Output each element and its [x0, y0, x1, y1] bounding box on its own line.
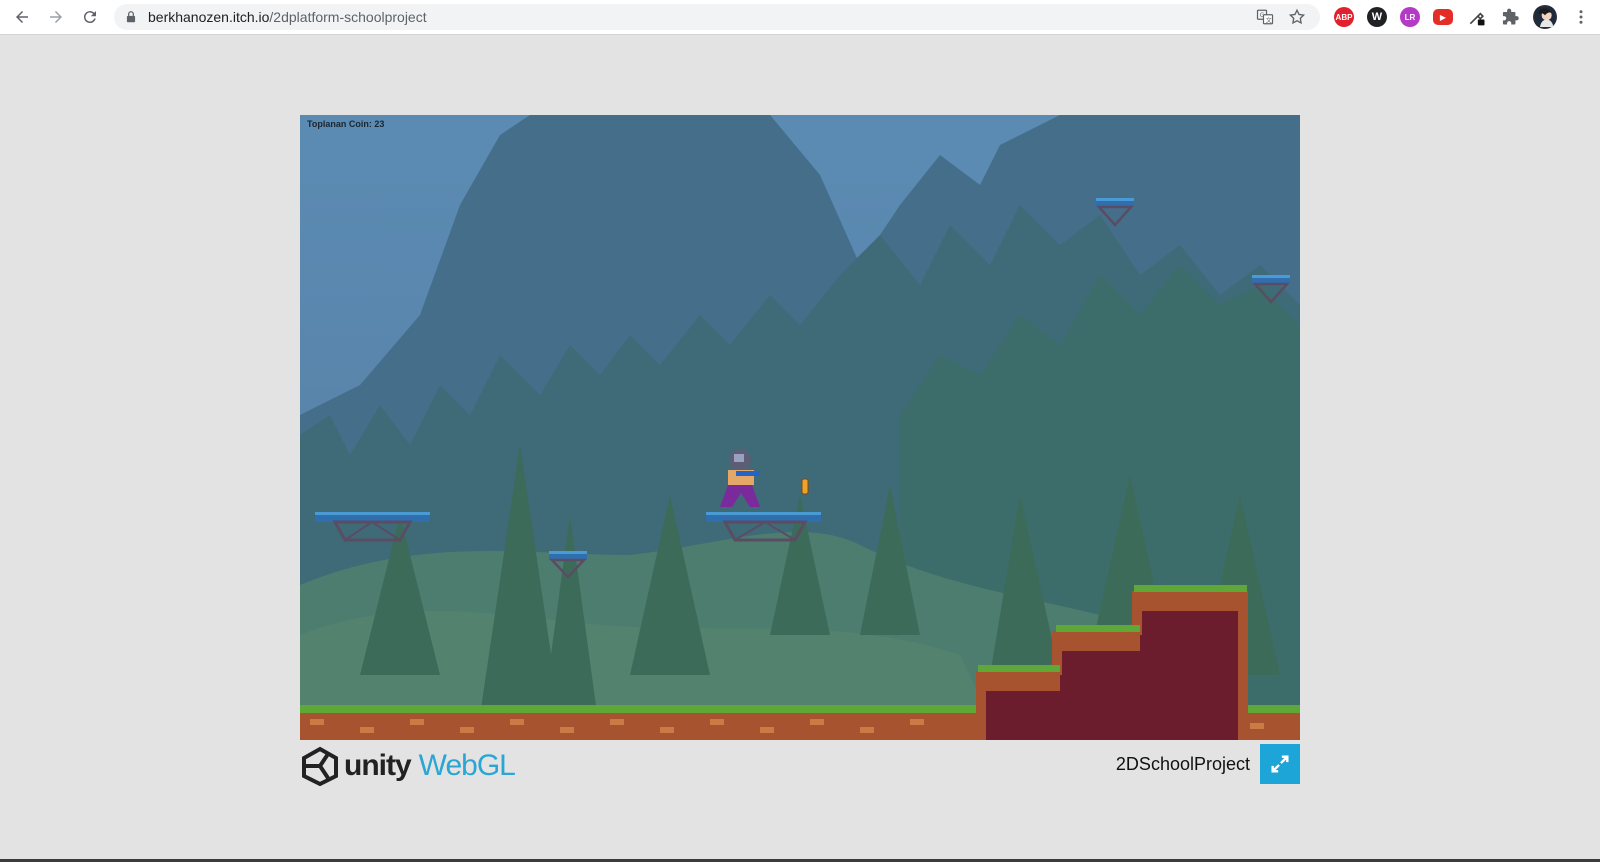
url-text[interactable]: berkhanozen.itch.io/2dplatform-schoolpro… — [148, 9, 427, 25]
url-path: /2dplatform-schoolproject — [269, 9, 427, 25]
browser-toolbar: berkhanozen.itch.io/2dplatform-schoolpro… — [0, 0, 1600, 35]
coin-counter: Toplanan Coin: 23 — [307, 119, 385, 129]
svg-text:G: G — [1260, 12, 1265, 19]
extensions-puzzle-icon[interactable] — [1500, 7, 1520, 27]
url-domain: berkhanozen.itch.io — [148, 9, 270, 25]
back-arrow-icon[interactable] — [9, 4, 35, 30]
project-title: 2DSchoolProject — [1115, 754, 1250, 774]
address-bar[interactable]: berkhanozen.itch.io/2dplatform-schoolpro… — [114, 4, 1320, 30]
extension-youtube[interactable]: ▶ — [1433, 9, 1453, 25]
webgl-wordmark: WebGL — [418, 749, 516, 782]
extension-w-label: W — [1371, 11, 1383, 23]
game-scene — [300, 115, 1300, 740]
profile-avatar[interactable] — [1533, 5, 1557, 29]
coin — [801, 478, 809, 495]
youtube-play-glyph: ▶ — [1439, 12, 1447, 22]
adblock-label: ABP — [1335, 12, 1353, 22]
extension-lr-label: LR — [1404, 12, 1416, 22]
fullscreen-button[interactable] — [1260, 744, 1300, 784]
eyedropper-icon — [1469, 12, 1485, 26]
game-canvas[interactable]: Toplanan Coin: 23 — [300, 115, 1300, 740]
unity-wordmark: unity — [344, 749, 412, 782]
reload-icon[interactable] — [77, 4, 103, 30]
unity-webgl-logo: unity WebGL — [300, 746, 516, 786]
extension-lr[interactable]: LR — [1400, 7, 1420, 27]
adblock-plus-extension[interactable]: ABP — [1334, 7, 1354, 27]
unity-cube-icon — [302, 746, 338, 786]
avatar-image — [1535, 7, 1555, 27]
extension-eyedropper[interactable] — [1467, 7, 1487, 27]
forward-arrow-icon[interactable] — [43, 4, 69, 30]
star-icon[interactable] — [1288, 8, 1306, 26]
translate-icon[interactable]: G 文 — [1256, 8, 1274, 26]
lock-icon[interactable] — [124, 10, 138, 24]
browser-menu-icon[interactable] — [1568, 4, 1594, 30]
svg-text:文: 文 — [1266, 16, 1272, 24]
fullscreen-expand-icon — [1271, 755, 1289, 773]
unity-footer: unity WebGL 2DSchoolProject — [300, 744, 1300, 786]
extension-w[interactable]: W — [1367, 7, 1387, 27]
